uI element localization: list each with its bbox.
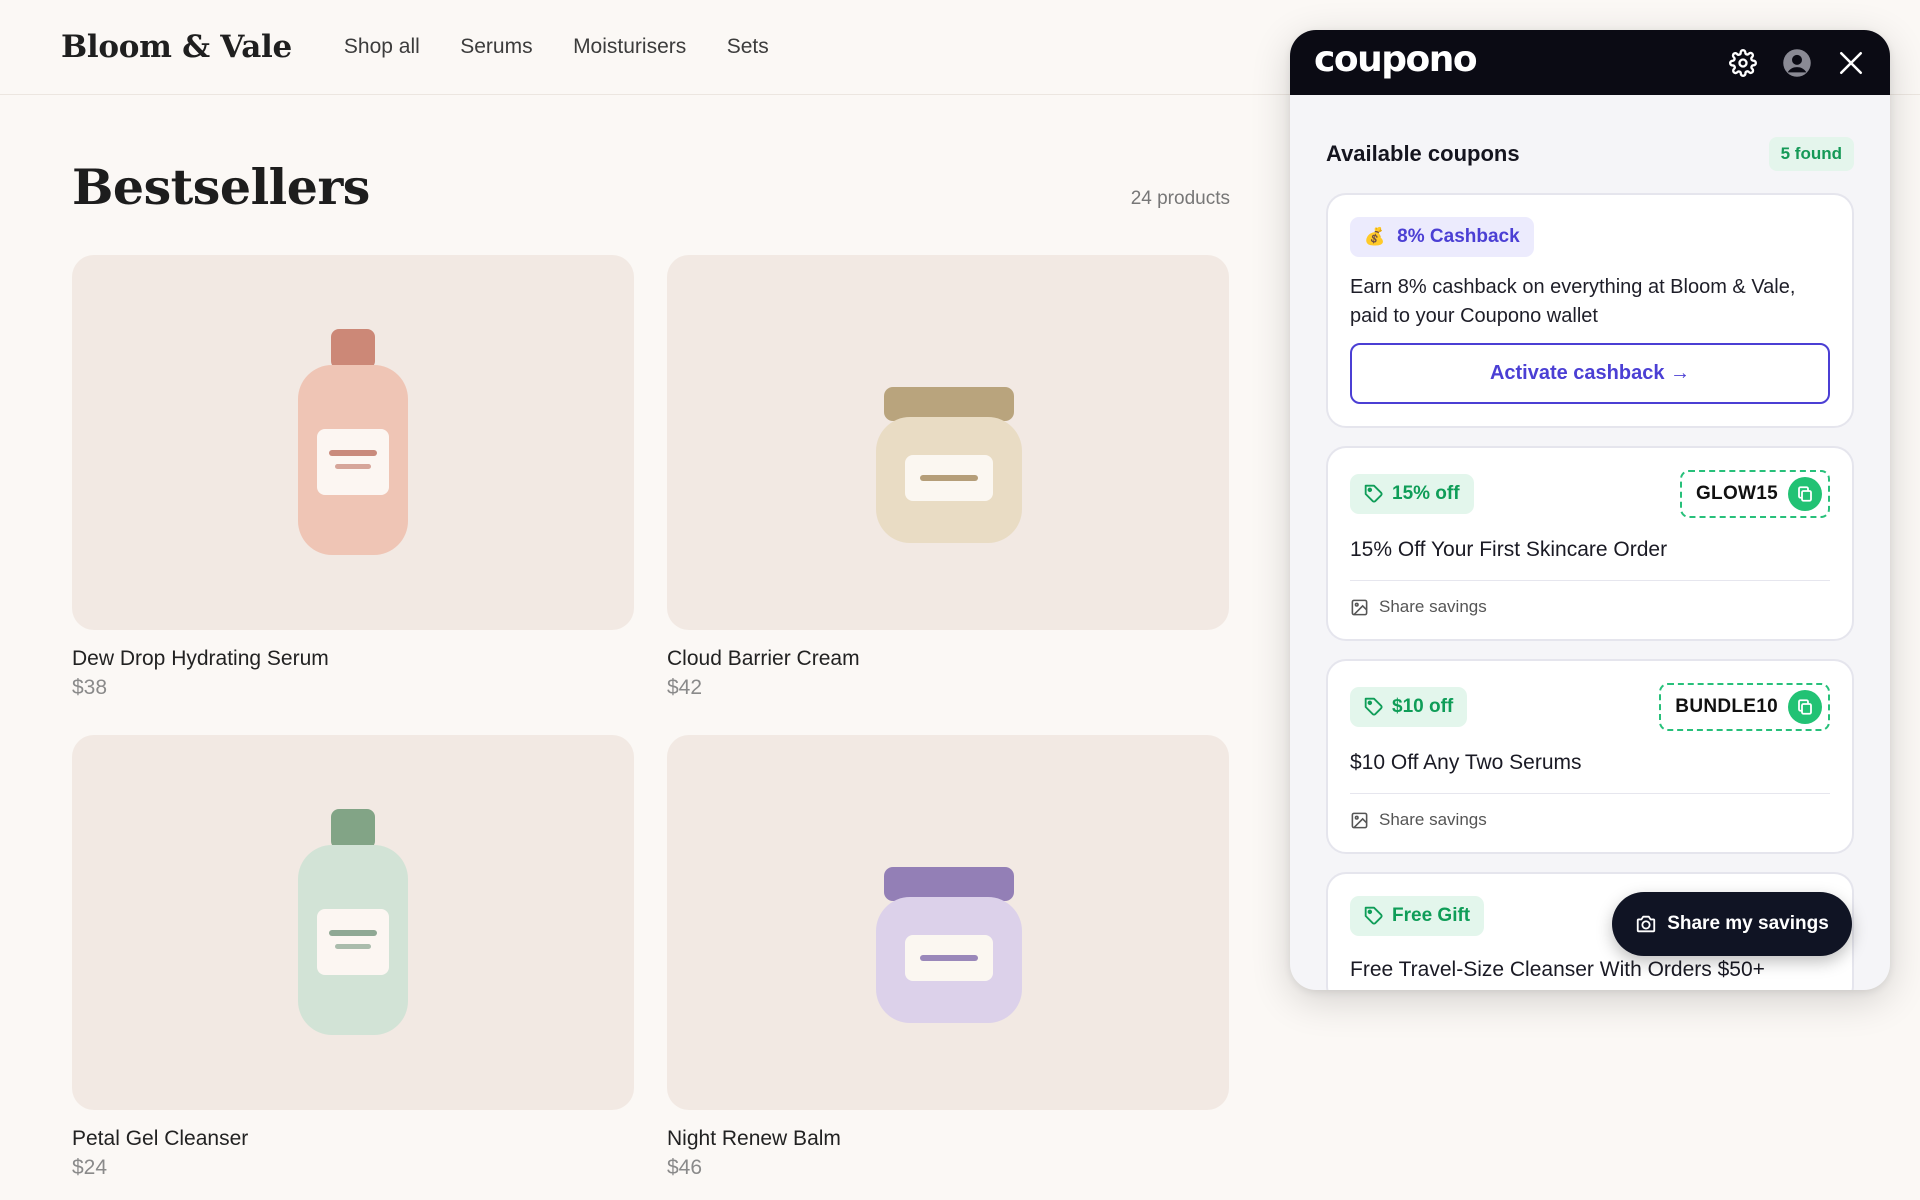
coupon-top-row: 15% off GLOW15: [1350, 470, 1830, 518]
label-line: [329, 930, 377, 936]
cashback-card: 💰 8% Cashback Earn 8% cashback on everyt…: [1326, 193, 1854, 428]
cashback-badge: 💰 8% Cashback: [1350, 217, 1534, 257]
jar-lid: [884, 387, 1014, 421]
page-title: Bestsellers: [72, 158, 370, 216]
label-line: [920, 475, 978, 481]
coupon-card: 15% off GLOW15 15% Off Your First Skinca…: [1326, 446, 1854, 641]
tag-icon: [1364, 906, 1383, 925]
divider: [1350, 580, 1830, 581]
jar-label: [905, 935, 993, 981]
coupon-code-text[interactable]: GLOW15: [1696, 483, 1778, 505]
product-name[interactable]: Petal Gel Cleanser: [72, 1127, 634, 1151]
coupon-code[interactable]: GLOW15: [1679, 470, 1830, 518]
copy-icon[interactable]: [1788, 477, 1822, 511]
coupon-title: $10 Off Any Two Serums: [1350, 751, 1582, 774]
cleanser-bottle-icon: [298, 809, 408, 1035]
copy-icon[interactable]: [1788, 690, 1822, 724]
label-line: [329, 450, 377, 456]
share-my-savings-button[interactable]: Share my savings: [1612, 892, 1852, 956]
activate-cashback-button[interactable]: Activate cashback →: [1350, 343, 1830, 404]
product-name[interactable]: Night Renew Balm: [667, 1127, 1229, 1151]
nav-sets[interactable]: Sets: [727, 35, 769, 58]
discount-badge: Free Gift: [1350, 896, 1485, 936]
divider: [1350, 793, 1830, 794]
product-card[interactable]: Dew Drop Hydrating Serum $38: [72, 255, 634, 700]
gear-icon[interactable]: [1728, 48, 1758, 78]
product-image[interactable]: [72, 735, 634, 1110]
bottle-cap: [331, 329, 375, 369]
product-price: $38: [72, 676, 108, 699]
found-count-badge: 5 found: [1768, 137, 1854, 171]
bottle-cap: [331, 809, 375, 849]
nav-serums[interactable]: Serums: [460, 35, 532, 58]
product-image[interactable]: [667, 735, 1229, 1110]
cashback-badge-label: 8% Cashback: [1397, 226, 1520, 247]
bottle-label: [317, 909, 389, 975]
product-price: $46: [667, 1156, 703, 1179]
close-icon[interactable]: [1836, 48, 1866, 78]
jar-lid: [884, 867, 1014, 901]
extension-logo: coupono: [1314, 39, 1478, 80]
jar-label: [905, 455, 993, 501]
camera-icon: [1637, 915, 1656, 933]
share-savings-label[interactable]: Share savings: [1379, 597, 1487, 617]
product-card[interactable]: Petal Gel Cleanser $24: [72, 735, 634, 1180]
discount-label: $10 off: [1392, 696, 1454, 717]
store-logo[interactable]: Bloom & Vale: [61, 29, 292, 65]
share-savings-label[interactable]: Share savings: [1379, 810, 1487, 830]
discount-label: 15% off: [1392, 483, 1460, 504]
tag-icon: [1364, 484, 1383, 503]
cashback-description: Earn 8% cashback on everything at Bloom …: [1350, 276, 1796, 327]
coupon-card: $10 off BUNDLE10 $10 Off Any Two Serums …: [1326, 659, 1854, 854]
product-image[interactable]: [72, 255, 634, 630]
coupons-header: Available coupons 5 found: [1326, 137, 1854, 171]
label-line: [335, 464, 371, 469]
product-card[interactable]: Night Renew Balm $46: [667, 735, 1229, 1180]
coupon-title: Free Travel-Size Cleanser With Orders $5…: [1350, 958, 1765, 981]
share-my-savings-label[interactable]: Share my savings: [1667, 913, 1829, 935]
balm-jar-icon: [876, 867, 1022, 1023]
coupon-top-row: $10 off BUNDLE10: [1350, 683, 1830, 731]
share-savings-link[interactable]: Share savings: [1350, 810, 1830, 830]
product-price: $24: [72, 1156, 108, 1179]
product-card[interactable]: Cloud Barrier Cream $42: [667, 255, 1229, 700]
money-bag-icon: 💰: [1364, 227, 1386, 246]
extension-header: coupono: [1290, 30, 1890, 95]
discount-label: Free Gift: [1392, 905, 1471, 926]
main-nav: Shop all Serums Moisturisers Sets: [344, 35, 805, 59]
coupon-title: 15% Off Your First Skincare Order: [1350, 538, 1668, 561]
user-icon[interactable]: [1782, 48, 1812, 78]
cream-jar-icon: [876, 387, 1022, 543]
serum-bottle-icon: [298, 329, 408, 555]
extension-body: Available coupons 5 found 💰 8% Cashback …: [1290, 137, 1890, 990]
product-price: $42: [667, 676, 703, 699]
product-count: 24 products: [1130, 188, 1230, 209]
nav-moisturisers[interactable]: Moisturisers: [573, 35, 686, 58]
coupon-code-text[interactable]: BUNDLE10: [1675, 696, 1778, 718]
discount-badge: 15% off: [1350, 474, 1474, 514]
label-line: [920, 955, 978, 961]
label-line: [335, 944, 371, 949]
share-savings-link[interactable]: Share savings: [1350, 597, 1830, 617]
bottle-label: [317, 429, 389, 495]
image-icon: [1351, 812, 1368, 828]
discount-badge: $10 off: [1350, 687, 1468, 727]
product-name[interactable]: Cloud Barrier Cream: [667, 647, 1229, 671]
coupon-extension-popup: coupono Available coupons 5 found 💰 8% C…: [1290, 30, 1890, 990]
image-icon: [1351, 599, 1368, 615]
nav-shop-all[interactable]: Shop all: [344, 35, 420, 58]
product-image[interactable]: [667, 255, 1229, 630]
product-name[interactable]: Dew Drop Hydrating Serum: [72, 647, 634, 671]
coupon-code[interactable]: BUNDLE10: [1659, 683, 1830, 731]
section-title: Available coupons: [1326, 141, 1520, 166]
tag-icon: [1364, 697, 1383, 716]
